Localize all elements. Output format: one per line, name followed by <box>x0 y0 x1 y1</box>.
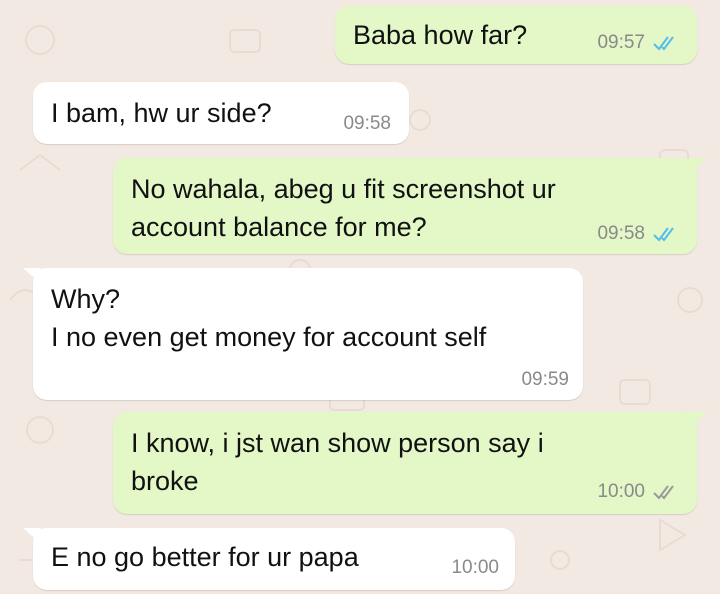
message-bubble-incoming[interactable]: E no go better for ur papa 10:00 <box>23 528 515 590</box>
message-time: 10:00 <box>451 557 499 578</box>
message-bubble-incoming[interactable]: Why? I no even get money for account sel… <box>23 268 583 400</box>
message-time: 10:00 <box>597 481 645 502</box>
bubble-tail <box>689 412 707 428</box>
double-check-read-icon <box>653 35 677 51</box>
message-text: Why? I no even get money for account sel… <box>51 284 487 352</box>
message-text: I bam, hw ur side? <box>51 98 272 128</box>
message-text: I know, i jst wan show person say i brok… <box>131 428 544 496</box>
message-bubble-incoming[interactable]: I bam, hw ur side? 09:58 <box>33 82 409 144</box>
message-time: 09:57 <box>597 32 645 53</box>
message-time: 09:59 <box>521 369 569 390</box>
message-bubble-outgoing[interactable]: I know, i jst wan show person say i brok… <box>113 412 707 514</box>
message-text: Baba how far? <box>353 20 528 50</box>
double-check-read-icon <box>653 226 677 242</box>
bubble-tail <box>689 158 707 174</box>
double-check-delivered-icon <box>653 484 677 500</box>
message-bubble-outgoing[interactable]: Baba how far? 09:57 <box>335 6 697 64</box>
message-text: No wahala, abeg u fit screenshot ur acco… <box>131 174 556 242</box>
message-bubble-outgoing[interactable]: No wahala, abeg u fit screenshot ur acco… <box>113 158 707 254</box>
message-text: E no go better for ur papa <box>51 542 359 572</box>
bubble-tail <box>23 268 41 284</box>
bubble-tail <box>23 528 41 544</box>
message-time: 09:58 <box>597 223 645 244</box>
message-time: 09:58 <box>343 113 391 134</box>
